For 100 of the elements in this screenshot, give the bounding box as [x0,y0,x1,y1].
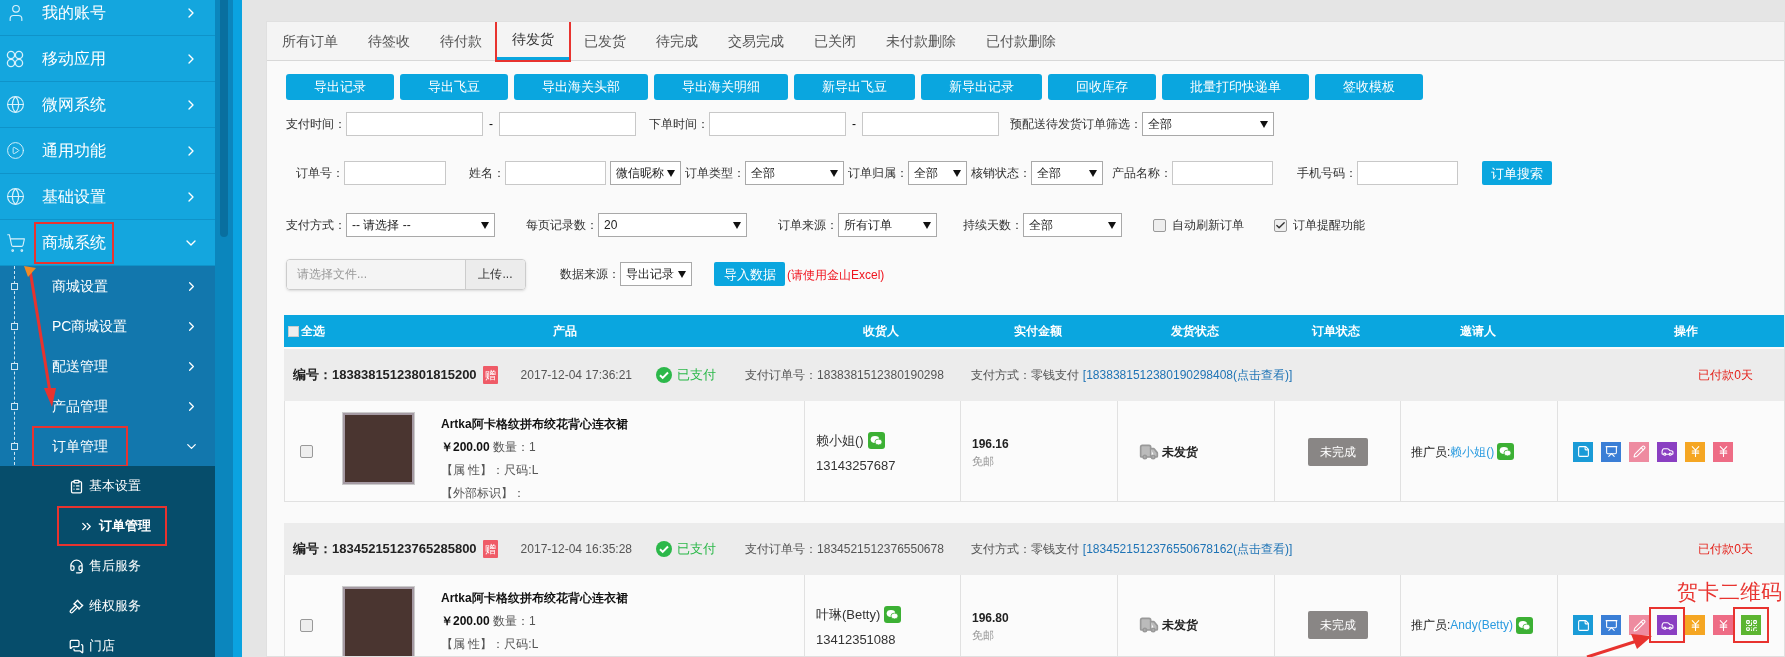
note-icon [1576,618,1590,632]
tab[interactable]: 所有订单 [267,22,353,60]
input-field[interactable] [1357,161,1458,185]
gift-badge: 赠 [482,539,498,559]
dropdown[interactable]: 微信昵称 [610,161,681,185]
range-separator: - [852,116,856,133]
sidebar-subitem[interactable]: 配送管理 [0,346,215,386]
pencil-button[interactable] [1629,441,1649,462]
sidebar-subitem[interactable]: 订单管理 [59,508,165,544]
column-header: 全选 [301,323,325,340]
sidebar-item[interactable]: 商城系统 [0,220,215,266]
dropdown[interactable]: 导出记录 [620,262,692,286]
receiver-name: 叶琳(Betty) [816,606,881,624]
paid-amount: 196.80 [972,610,1010,627]
row-checkbox[interactable] [300,445,313,458]
chat-bubbles-icon [1516,616,1534,634]
clipboard-icon [69,478,84,494]
sidebar-subitem[interactable]: 基本设置 [69,468,141,504]
pencil-icon [1632,618,1646,632]
scrollbar-thumb[interactable] [220,0,228,237]
input-field[interactable] [505,161,606,185]
column-header: 产品 [553,324,577,338]
input-field[interactable] [346,112,483,136]
chart-button[interactable] [1601,615,1621,635]
column-header: 邀请人 [1459,324,1496,338]
tab[interactable]: 待完成 [641,22,713,60]
shipping-status: 未发货 [1162,617,1198,634]
paid-amount: 196.16 [972,436,1010,453]
inviter-label: 推广员: [1411,617,1451,634]
field-label: 预配送待发货订单筛选： [1010,116,1142,133]
dropdown-arrow-icon [667,169,675,177]
yen-button[interactable] [1713,441,1733,462]
note-icon [1576,445,1590,458]
tab[interactable]: 已付款删除 [971,22,1071,60]
sidebar-subitem[interactable]: 门店 [69,628,115,657]
input-field[interactable] [1172,161,1273,185]
checkbox[interactable] [1153,218,1166,232]
input-field[interactable] [499,112,636,136]
row-checkbox[interactable] [300,618,313,632]
dropdown[interactable]: 全部 [1142,112,1274,136]
toolbar-button[interactable]: 新导出记录 [921,74,1042,100]
tab[interactable]: 未付款删除 [871,22,971,60]
pencil-button[interactable] [1629,615,1649,635]
input-field[interactable] [344,161,446,185]
payment-link[interactable]: [1834521512376550678162(点击查看)] [1082,540,1293,558]
toolbar-button[interactable]: 导出飞豆 [400,74,508,100]
toolbar-button[interactable]: 回收库存 [1048,74,1156,100]
annotation-label: 贺卡二维码 [1677,579,1782,605]
toolbar-button[interactable]: 签收模板 [1315,74,1423,100]
yen-button[interactable] [1685,615,1705,635]
dropdown-arrow-icon [678,270,686,278]
toolbar-button[interactable]: 导出海关明细 [654,74,788,100]
sidebar-subitem[interactable]: 产品管理 [0,386,215,426]
checkbox[interactable] [1274,218,1287,232]
note-button[interactable] [1573,441,1593,462]
dropdown[interactable]: 全部 [1023,213,1122,237]
action-button[interactable]: 订单搜索 [1482,161,1552,186]
input-field[interactable] [709,112,846,136]
checkbox[interactable] [288,325,299,337]
column-header: 收货人 [863,324,899,338]
yen-button[interactable] [1685,441,1705,462]
toolbar-button[interactable]: 新导出飞豆 [794,74,915,100]
tab[interactable]: 交易完成 [713,22,799,60]
chart-button[interactable] [1601,441,1621,462]
sidebar-subitem[interactable]: PC商城设置 [0,306,215,346]
toolbar-button[interactable]: 导出海关头部 [514,74,648,100]
tab[interactable]: 待签收 [353,22,425,60]
tab[interactable]: 待发货 [497,22,569,60]
inviter-link[interactable]: 赖小姐() [1450,442,1495,461]
dropdown[interactable]: 全部 [745,161,844,185]
dropdown[interactable]: -- 请选择 -- [346,213,495,237]
toolbar-button[interactable]: 导出记录 [286,74,394,100]
sidebar-subitem[interactable]: 售后服务 [69,548,141,584]
sidebar-subitem[interactable]: 订单管理 [0,426,215,466]
dropdown[interactable]: 20 [598,213,747,237]
dropdown[interactable]: 所有订单 [838,213,937,237]
field-label: 持续天数： [963,217,1023,234]
order-number: 编号：18383815123801815200 [293,366,477,385]
chat-bubbles-icon [884,606,902,624]
car-button[interactable] [1657,441,1677,462]
car-button[interactable] [1657,615,1677,635]
toolbar-button[interactable]: 批量打印快递单 [1162,74,1309,100]
input-field[interactable] [862,112,999,136]
dropdown[interactable]: 全部 [1031,161,1103,185]
qr-button[interactable] [1741,615,1761,635]
action-button[interactable]: 导入数据 [714,262,785,287]
note-button[interactable] [1573,615,1593,635]
sidebar-subitem[interactable]: 商城设置 [0,266,215,306]
dropdown[interactable]: 全部 [908,161,967,185]
tab[interactable]: 已发货 [569,22,641,60]
payment-link[interactable]: [1838381512380190298408(点击查看)] [1082,366,1293,384]
tab[interactable]: 待付款 [425,22,497,60]
dropdown-arrow-icon [1260,120,1268,128]
sidebar-subitem[interactable]: 维权服务 [69,588,141,624]
sidebar-label: 配送管理 [51,356,109,376]
inviter-link[interactable]: Andy(Betty) [1450,616,1514,634]
yen-button[interactable] [1713,615,1733,635]
field-label: 产品名称： [1112,165,1172,182]
tab[interactable]: 已关闭 [799,22,871,60]
globe-icon [6,187,25,206]
